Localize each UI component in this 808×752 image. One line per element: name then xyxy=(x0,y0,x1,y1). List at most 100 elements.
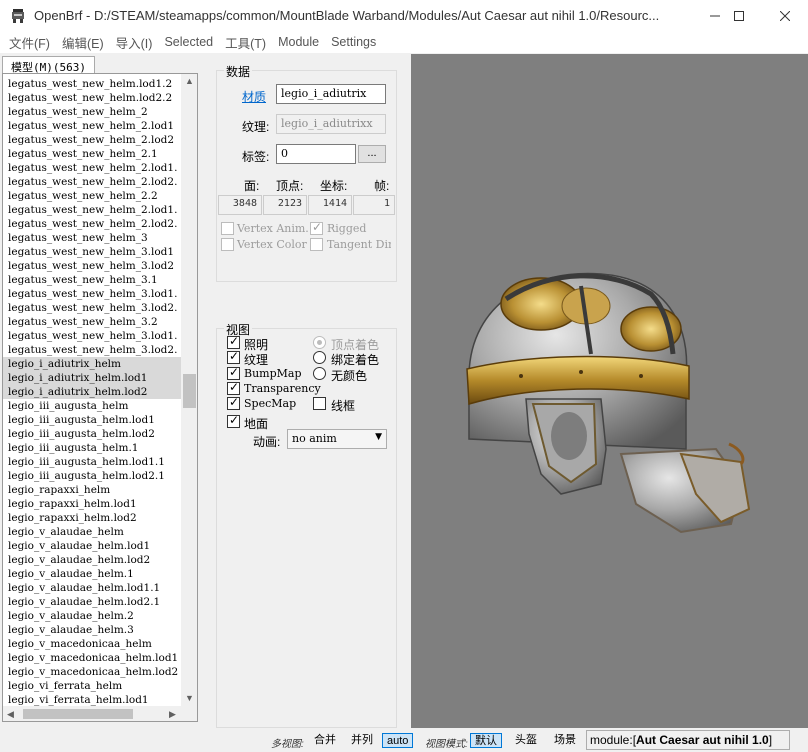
list-item[interactable]: legatus_west_new_helm_2.lod2 xyxy=(3,133,181,147)
list-item[interactable]: legatus_west_new_helm_3.1 xyxy=(3,273,181,287)
ground-checkbox[interactable]: ✓ xyxy=(227,413,240,428)
list-item[interactable]: legatus_west_new_helm_2.lod2. xyxy=(3,175,181,189)
vertical-scroll-thumb[interactable] xyxy=(183,374,196,408)
list-item[interactable]: legatus_west_new_helm_3.lod2. xyxy=(3,343,181,357)
menu-selected[interactable]: Selected xyxy=(159,35,218,49)
texture-field: legio_i_adiutrixx xyxy=(276,114,386,134)
close-button[interactable] xyxy=(762,0,808,31)
lighting-checkbox[interactable]: ✓ xyxy=(227,334,240,349)
list-item[interactable]: legio_iii_augusta_helm xyxy=(3,399,181,413)
list-item[interactable]: legio_iii_augusta_helm.lod1.1 xyxy=(3,455,181,469)
list-item[interactable]: legio_v_alaudae_helm.lod1.1 xyxy=(3,581,181,595)
texture-checkbox[interactable]: ✓ xyxy=(227,349,240,364)
list-item[interactable]: legio_rapaxxi_helm.lod1 xyxy=(3,497,181,511)
list-item[interactable]: legatus_west_new_helm_2 xyxy=(3,105,181,119)
rigged-coloring-radio[interactable] xyxy=(313,351,326,364)
bumpmap-checkbox[interactable]: ✓ xyxy=(227,365,240,380)
list-item[interactable]: legio_iii_augusta_helm.lod2 xyxy=(3,427,181,441)
vertex-color-label: Vertex Color xyxy=(237,238,307,251)
list-item[interactable]: legio_v_alaudae_helm.1 xyxy=(3,567,181,581)
list-item[interactable]: legio_iii_augusta_helm.1 xyxy=(3,441,181,455)
list-item[interactable]: legio_v_alaudae_helm xyxy=(3,525,181,539)
material-link[interactable]: 材质 xyxy=(242,88,266,105)
model-list[interactable]: legatus_west_new_helm.lod1.2 legatus_west… xyxy=(2,73,198,722)
default-view-button[interactable]: 默认 xyxy=(470,733,502,748)
list-item[interactable]: legatus_west_new_helm_3.lod1 xyxy=(3,245,181,259)
menu-edit[interactable]: 编辑(E) xyxy=(57,33,109,52)
list-item[interactable]: legio_v_alaudae_helm.lod1 xyxy=(3,539,181,553)
model-list-items: legatus_west_new_helm.lod1.2 legatus_west… xyxy=(3,77,181,707)
menu-import[interactable]: 导入(I) xyxy=(111,33,158,52)
list-item[interactable]: legio_vi_ferrata_helm xyxy=(3,679,181,693)
horizontal-scrollbar[interactable]: ◀ ▶ xyxy=(3,706,181,721)
combine-button[interactable]: 合并 xyxy=(310,733,340,748)
list-item[interactable]: legatus_west_new_helm_2.lod1. xyxy=(3,203,181,217)
list-item[interactable]: legio_vi_ferrata_helm.lod1 xyxy=(3,693,181,707)
list-item[interactable]: legatus_west_new_helm_3.lod1. xyxy=(3,287,181,301)
maximize-button[interactable] xyxy=(716,0,762,31)
list-item[interactable]: legatus_west_new_helm_2.1 xyxy=(3,147,181,161)
no-coloring-radio[interactable] xyxy=(313,367,326,380)
horizontal-scroll-thumb[interactable] xyxy=(23,709,133,719)
menu-settings[interactable]: Settings xyxy=(326,35,381,49)
scroll-up-icon[interactable]: ▲ xyxy=(185,76,194,86)
menu-file[interactable]: 文件(F) xyxy=(4,33,55,52)
list-item[interactable]: legio_v_alaudae_helm.lod2 xyxy=(3,553,181,567)
list-item[interactable]: legio_v_macedonicaa_helm.lod1 xyxy=(3,651,181,665)
3d-viewport[interactable] xyxy=(411,54,808,728)
specmap-checkbox[interactable]: ✓ xyxy=(227,395,240,410)
scene-view-button[interactable]: 场景 xyxy=(550,733,580,748)
list-item[interactable]: legio_v_macedonicaa_helm xyxy=(3,637,181,651)
list-item[interactable]: legatus_west_new_helm_2.lod1. xyxy=(3,161,181,175)
coords-header: 坐标: xyxy=(320,179,348,193)
vertical-scrollbar[interactable]: ▲ ▼ xyxy=(181,74,197,706)
list-item[interactable]: legatus_west_new_helm.lod2.2 xyxy=(3,91,181,105)
data-group-title: 数据 xyxy=(224,63,253,80)
helmet-view-button[interactable]: 头盔 xyxy=(511,733,541,748)
flags-edit-button[interactable]: ... xyxy=(358,145,386,163)
checkmark-icon: ✓ xyxy=(229,380,240,394)
transparency-label: Transparency xyxy=(244,382,321,395)
list-item[interactable]: legio_iii_augusta_helm.lod1 xyxy=(3,413,181,427)
list-item[interactable]: legatus_west_new_helm.lod1.2 xyxy=(3,77,181,91)
list-item[interactable]: legio_rapaxxi_helm.lod2 xyxy=(3,511,181,525)
left-tab-bar: 模型(M)(563) xyxy=(0,54,200,76)
list-item[interactable]: legatus_west_new_helm_3.lod2 xyxy=(3,259,181,273)
menu-module[interactable]: Module xyxy=(273,35,324,49)
flags-field[interactable]: 0 xyxy=(276,144,356,164)
specmap-label: SpecMap xyxy=(244,397,297,410)
ground-label: 地面 xyxy=(244,417,269,431)
anim-select[interactable]: no anim ▼ xyxy=(287,429,387,449)
list-item[interactable]: legio_i_adiutrix_helm xyxy=(3,357,181,371)
list-item[interactable]: legio_v_alaudae_helm.3 xyxy=(3,623,181,637)
faces-header: 面: xyxy=(244,179,260,193)
menu-tools[interactable]: 工具(T) xyxy=(220,33,271,52)
list-item[interactable]: legio_v_macedonicaa_helm.lod2 xyxy=(3,665,181,679)
list-item[interactable]: legatus_west_new_helm_3.lod1. xyxy=(3,329,181,343)
scroll-down-icon[interactable]: ▼ xyxy=(185,693,194,703)
list-item[interactable]: legio_i_adiutrix_helm.lod2 xyxy=(3,385,181,399)
checkmark-icon: ✓ xyxy=(229,365,240,379)
list-item[interactable]: legio_i_adiutrix_helm.lod1 xyxy=(3,371,181,385)
module-name: Aut Caesar aut nihil 1.0 xyxy=(636,733,769,747)
rigged-coloring-label: 绑定着色 xyxy=(331,353,380,367)
wireframe-label: 线框 xyxy=(331,399,356,413)
scroll-left-icon[interactable]: ◀ xyxy=(7,709,14,720)
list-item[interactable]: legatus_west_new_helm_3 xyxy=(3,231,181,245)
list-item[interactable]: legatus_west_new_helm_2.lod2. xyxy=(3,217,181,231)
list-item[interactable]: legatus_west_new_helm_3.2 xyxy=(3,315,181,329)
list-item[interactable]: legio_v_alaudae_helm.2 xyxy=(3,609,181,623)
auto-button[interactable]: auto xyxy=(382,733,414,748)
list-item[interactable]: legatus_west_new_helm_2.lod1 xyxy=(3,119,181,133)
material-field[interactable]: legio_i_adiutrix xyxy=(276,84,386,104)
list-item[interactable]: legatus_west_new_helm_2.2 xyxy=(3,189,181,203)
wireframe-checkbox[interactable] xyxy=(313,397,326,410)
list-item[interactable]: legio_iii_augusta_helm.lod2.1 xyxy=(3,469,181,483)
scroll-right-icon[interactable]: ▶ xyxy=(169,709,176,720)
app-icon xyxy=(12,8,24,23)
list-item[interactable]: legio_v_alaudae_helm.lod2.1 xyxy=(3,595,181,609)
side-by-side-button[interactable]: 并列 xyxy=(347,733,377,748)
transparency-checkbox[interactable]: ✓ xyxy=(227,380,240,395)
list-item[interactable]: legatus_west_new_helm_3.lod2. xyxy=(3,301,181,315)
list-item[interactable]: legio_rapaxxi_helm xyxy=(3,483,181,497)
